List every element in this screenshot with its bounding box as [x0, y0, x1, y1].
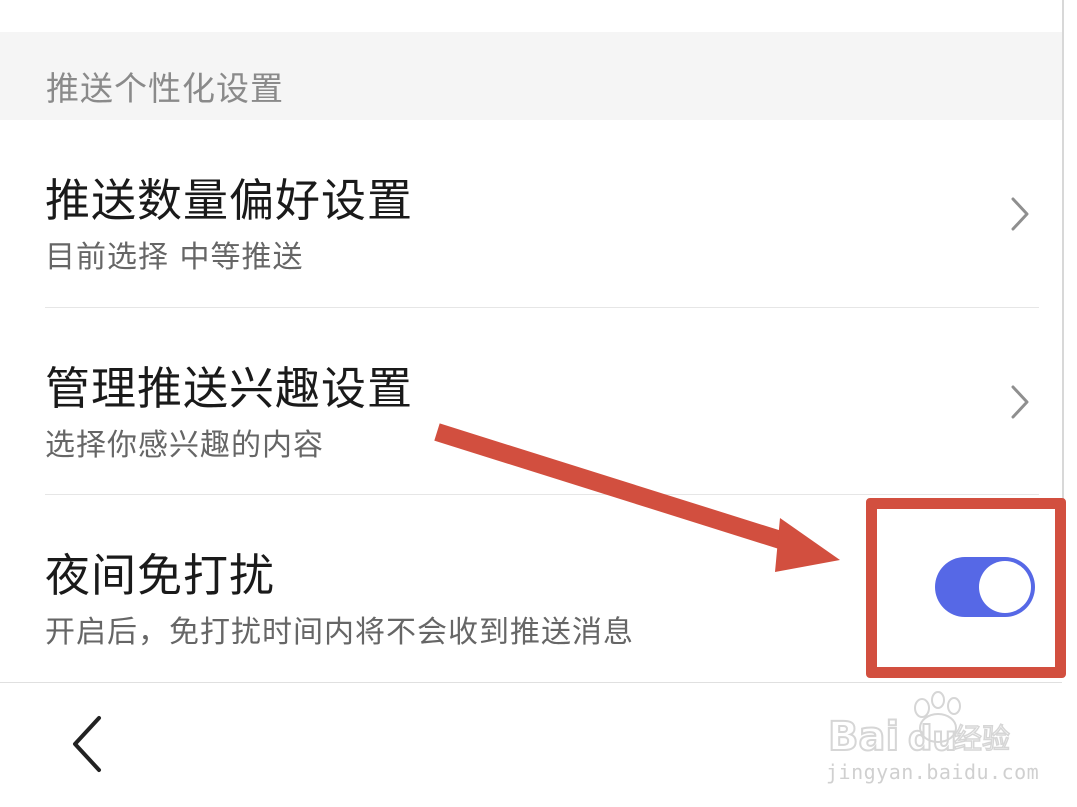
watermark-url: jingyan.baidu.com [826, 760, 1040, 784]
push-quantity-setting[interactable]: 推送数量偏好设置 目前选择 中等推送 [0, 120, 1062, 308]
push-quantity-label: 推送数量偏好设置 [45, 174, 414, 227]
do-not-disturb-subtitle: 开启后，免打扰时间内将不会收到推送消息 [45, 615, 634, 650]
section-title: 推送个性化设置 [46, 69, 284, 108]
chevron-left-icon[interactable] [65, 712, 115, 776]
push-interest-setting[interactable]: 管理推送兴趣设置 选择你感兴趣的内容 [0, 308, 1062, 494]
svg-text:du: du [908, 719, 957, 759]
do-not-disturb-label: 夜间免打扰 [45, 549, 276, 602]
screen-edge [1062, 0, 1077, 530]
chevron-right-icon [1011, 385, 1029, 419]
push-interest-subtitle: 选择你感兴趣的内容 [45, 428, 324, 463]
annotation-highlight-box [866, 498, 1066, 678]
svg-text:Bai: Bai [828, 714, 899, 760]
svg-text:经验: 经验 [954, 722, 1010, 755]
section-header: 推送个性化设置 [0, 32, 1062, 120]
chevron-right-icon [1011, 197, 1029, 231]
push-quantity-subtitle: 目前选择 中等推送 [45, 240, 304, 275]
push-interest-label: 管理推送兴趣设置 [45, 362, 414, 415]
